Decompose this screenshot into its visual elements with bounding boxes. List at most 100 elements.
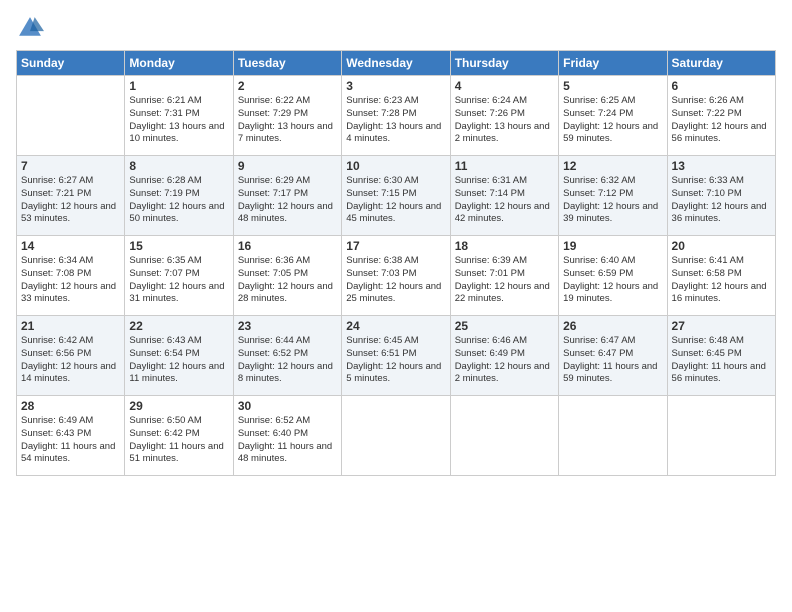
day-number: 1 <box>129 79 228 93</box>
day-number: 13 <box>672 159 771 173</box>
day-info: Sunrise: 6:48 AMSunset: 6:45 PMDaylight:… <box>672 335 771 386</box>
weekday-header-wednesday: Wednesday <box>342 51 450 76</box>
weekday-header-saturday: Saturday <box>667 51 775 76</box>
day-info: Sunrise: 6:35 AMSunset: 7:07 PMDaylight:… <box>129 255 228 306</box>
day-number: 23 <box>238 319 337 333</box>
calendar-cell: 11 Sunrise: 6:31 AMSunset: 7:14 PMDayligh… <box>450 156 558 236</box>
day-number: 10 <box>346 159 445 173</box>
calendar-cell: 3 Sunrise: 6:23 AMSunset: 7:28 PMDaylight… <box>342 76 450 156</box>
calendar-cell: 21 Sunrise: 6:42 AMSunset: 6:56 PMDayligh… <box>17 316 125 396</box>
calendar-cell: 7 Sunrise: 6:27 AMSunset: 7:21 PMDaylight… <box>17 156 125 236</box>
calendar-cell: 22 Sunrise: 6:43 AMSunset: 6:54 PMDayligh… <box>125 316 233 396</box>
weekday-header-sunday: Sunday <box>17 51 125 76</box>
day-info: Sunrise: 6:38 AMSunset: 7:03 PMDaylight:… <box>346 255 445 306</box>
day-number: 26 <box>563 319 662 333</box>
weekday-header-thursday: Thursday <box>450 51 558 76</box>
logo <box>16 14 46 42</box>
calendar-cell: 27 Sunrise: 6:48 AMSunset: 6:45 PMDayligh… <box>667 316 775 396</box>
day-number: 29 <box>129 399 228 413</box>
day-info: Sunrise: 6:29 AMSunset: 7:17 PMDaylight:… <box>238 175 337 226</box>
day-number: 4 <box>455 79 554 93</box>
day-number: 7 <box>21 159 120 173</box>
day-info: Sunrise: 6:49 AMSunset: 6:43 PMDaylight:… <box>21 415 120 466</box>
calendar-cell: 1 Sunrise: 6:21 AMSunset: 7:31 PMDaylight… <box>125 76 233 156</box>
day-number: 5 <box>563 79 662 93</box>
calendar-cell: 8 Sunrise: 6:28 AMSunset: 7:19 PMDaylight… <box>125 156 233 236</box>
day-number: 16 <box>238 239 337 253</box>
day-info: Sunrise: 6:52 AMSunset: 6:40 PMDaylight:… <box>238 415 337 466</box>
day-info: Sunrise: 6:22 AMSunset: 7:29 PMDaylight:… <box>238 95 337 146</box>
calendar-cell: 15 Sunrise: 6:35 AMSunset: 7:07 PMDayligh… <box>125 236 233 316</box>
day-number: 18 <box>455 239 554 253</box>
day-info: Sunrise: 6:21 AMSunset: 7:31 PMDaylight:… <box>129 95 228 146</box>
calendar-cell: 14Sunrise: 6:34 AMSunset: 7:08 PMDayligh… <box>17 236 125 316</box>
calendar-cell: 13Sunrise: 6:33 AMSunset: 7:10 PMDayligh… <box>667 156 775 236</box>
calendar-week-row: 7 Sunrise: 6:27 AMSunset: 7:21 PMDaylight… <box>17 156 776 236</box>
calendar-cell: 24Sunrise: 6:45 AMSunset: 6:51 PMDayligh… <box>342 316 450 396</box>
day-number: 9 <box>238 159 337 173</box>
calendar-cell: 2 Sunrise: 6:22 AMSunset: 7:29 PMDaylight… <box>233 76 341 156</box>
calendar-cell: 23Sunrise: 6:44 AMSunset: 6:52 PMDayligh… <box>233 316 341 396</box>
day-number: 12 <box>563 159 662 173</box>
day-info: Sunrise: 6:32 AMSunset: 7:12 PMDaylight:… <box>563 175 662 226</box>
calendar-table: SundayMondayTuesdayWednesdayThursdayFrid… <box>16 50 776 476</box>
day-number: 19 <box>563 239 662 253</box>
day-number: 28 <box>21 399 120 413</box>
calendar-cell: 19Sunrise: 6:40 AMSunset: 6:59 PMDayligh… <box>559 236 667 316</box>
calendar-week-row: 21 Sunrise: 6:42 AMSunset: 6:56 PMDayligh… <box>17 316 776 396</box>
calendar-cell: 16 Sunrise: 6:36 AMSunset: 7:05 PMDayligh… <box>233 236 341 316</box>
day-number: 30 <box>238 399 337 413</box>
calendar-cell: 12 Sunrise: 6:32 AMSunset: 7:12 PMDayligh… <box>559 156 667 236</box>
logo-icon <box>16 14 44 42</box>
day-info: Sunrise: 6:42 AMSunset: 6:56 PMDaylight:… <box>21 335 120 386</box>
weekday-header-monday: Monday <box>125 51 233 76</box>
calendar-cell: 6 Sunrise: 6:26 AMSunset: 7:22 PMDaylight… <box>667 76 775 156</box>
day-number: 21 <box>21 319 120 333</box>
header <box>16 10 776 42</box>
calendar-cell <box>450 396 558 476</box>
day-info: Sunrise: 6:27 AMSunset: 7:21 PMDaylight:… <box>21 175 120 226</box>
day-info: Sunrise: 6:28 AMSunset: 7:19 PMDaylight:… <box>129 175 228 226</box>
calendar-cell: 29 Sunrise: 6:50 AMSunset: 6:42 PMDayligh… <box>125 396 233 476</box>
day-info: Sunrise: 6:47 AMSunset: 6:47 PMDaylight:… <box>563 335 662 386</box>
calendar-cell: 17 Sunrise: 6:38 AMSunset: 7:03 PMDayligh… <box>342 236 450 316</box>
calendar-cell: 25Sunrise: 6:46 AMSunset: 6:49 PMDayligh… <box>450 316 558 396</box>
day-number: 2 <box>238 79 337 93</box>
day-info: Sunrise: 6:26 AMSunset: 7:22 PMDaylight:… <box>672 95 771 146</box>
calendar-cell <box>342 396 450 476</box>
day-number: 20 <box>672 239 771 253</box>
calendar-cell: 28 Sunrise: 6:49 AMSunset: 6:43 PMDayligh… <box>17 396 125 476</box>
day-number: 17 <box>346 239 445 253</box>
calendar-cell: 10 Sunrise: 6:30 AMSunset: 7:15 PMDayligh… <box>342 156 450 236</box>
calendar-week-row: 28 Sunrise: 6:49 AMSunset: 6:43 PMDayligh… <box>17 396 776 476</box>
calendar-week-row: 14Sunrise: 6:34 AMSunset: 7:08 PMDayligh… <box>17 236 776 316</box>
day-info: Sunrise: 6:30 AMSunset: 7:15 PMDaylight:… <box>346 175 445 226</box>
weekday-header-tuesday: Tuesday <box>233 51 341 76</box>
weekday-header-friday: Friday <box>559 51 667 76</box>
day-info: Sunrise: 6:45 AMSunset: 6:51 PMDaylight:… <box>346 335 445 386</box>
day-number: 8 <box>129 159 228 173</box>
calendar-cell: 9 Sunrise: 6:29 AMSunset: 7:17 PMDaylight… <box>233 156 341 236</box>
calendar-cell: 30 Sunrise: 6:52 AMSunset: 6:40 PMDayligh… <box>233 396 341 476</box>
calendar-cell <box>667 396 775 476</box>
day-info: Sunrise: 6:50 AMSunset: 6:42 PMDaylight:… <box>129 415 228 466</box>
day-info: Sunrise: 6:43 AMSunset: 6:54 PMDaylight:… <box>129 335 228 386</box>
day-info: Sunrise: 6:31 AMSunset: 7:14 PMDaylight:… <box>455 175 554 226</box>
day-number: 15 <box>129 239 228 253</box>
day-info: Sunrise: 6:25 AMSunset: 7:24 PMDaylight:… <box>563 95 662 146</box>
day-info: Sunrise: 6:36 AMSunset: 7:05 PMDaylight:… <box>238 255 337 306</box>
day-number: 6 <box>672 79 771 93</box>
day-info: Sunrise: 6:34 AMSunset: 7:08 PMDaylight:… <box>21 255 120 306</box>
day-number: 22 <box>129 319 228 333</box>
calendar-cell: 5 Sunrise: 6:25 AMSunset: 7:24 PMDaylight… <box>559 76 667 156</box>
day-info: Sunrise: 6:41 AMSunset: 6:58 PMDaylight:… <box>672 255 771 306</box>
calendar-cell <box>559 396 667 476</box>
calendar-week-row: 1 Sunrise: 6:21 AMSunset: 7:31 PMDaylight… <box>17 76 776 156</box>
day-info: Sunrise: 6:23 AMSunset: 7:28 PMDaylight:… <box>346 95 445 146</box>
day-number: 27 <box>672 319 771 333</box>
day-number: 11 <box>455 159 554 173</box>
day-number: 3 <box>346 79 445 93</box>
calendar-cell <box>17 76 125 156</box>
day-number: 25 <box>455 319 554 333</box>
day-info: Sunrise: 6:39 AMSunset: 7:01 PMDaylight:… <box>455 255 554 306</box>
